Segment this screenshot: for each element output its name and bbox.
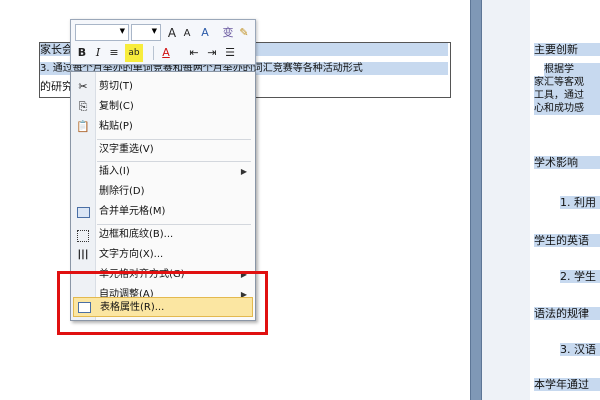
menu-item-label: 剪切(T) [99, 81, 133, 92]
doc-line[interactable]: 1. 利用 [560, 196, 600, 209]
doc-line[interactable]: 主要创新 [534, 43, 600, 56]
line-text: 学生的英语 [534, 234, 589, 247]
line-text: 语法的规律 [534, 307, 589, 320]
menu-item-label: 边框和底纹(B)... [99, 229, 174, 240]
borders-icon [77, 230, 89, 242]
doc-line[interactable]: 3. 汉语 [560, 343, 600, 356]
doc-line[interactable]: 家汇等客观 [534, 76, 600, 89]
center-align-button[interactable]: ≡ [107, 44, 121, 62]
italic-button[interactable]: I [91, 44, 105, 62]
grow-font-button[interactable]: A [165, 24, 179, 42]
font-name-field[interactable]: ▼ [75, 24, 129, 41]
menu-item-insert[interactable]: 插入(I) ▶ [71, 162, 255, 182]
doc-line[interactable]: 学术影响 [534, 156, 600, 169]
styles-button[interactable]: A [198, 24, 212, 42]
menu-item-delete-rows[interactable]: 删除行(D) [71, 182, 255, 202]
font-size-field[interactable]: ▼ [131, 24, 161, 41]
menu-item-label: 删除行(D) [99, 186, 145, 197]
chevron-down-icon: ▼ [119, 27, 125, 35]
bold-button[interactable]: B [75, 44, 89, 62]
doc-line[interactable]: 本学年通过 [534, 378, 600, 391]
doc-line[interactable]: 语法的规律 [534, 307, 600, 320]
menu-item-paste[interactable]: 📋 粘贴(P) [71, 117, 255, 137]
format-painter-button[interactable]: 变 [221, 24, 235, 42]
menu-item-copy[interactable]: ⎘ 复制(C) [71, 97, 255, 117]
doc-line[interactable]: 2. 学生 [560, 270, 600, 283]
doc-line[interactable]: 心和成功感 [534, 102, 600, 115]
menu-item-text-direction[interactable]: ||| 文字方向(X)... [71, 245, 255, 265]
line-text: 本学年通过 [534, 378, 589, 391]
line-text: 根据学 [544, 64, 574, 75]
menu-item-label: 文字方向(X)... [99, 249, 164, 260]
annotation-highlight-box [57, 271, 268, 335]
toolbar-separator [153, 46, 154, 60]
right-gutter [482, 0, 530, 400]
row3-text: 的研究 [40, 80, 73, 93]
decrease-indent-button[interactable]: ⇤ [187, 44, 201, 62]
chevron-down-icon: ▼ [151, 27, 157, 35]
increase-indent-button[interactable]: ⇥ [205, 44, 219, 62]
copy-icon: ⎘ [78, 100, 88, 113]
brush-icon[interactable]: ✎ [237, 24, 251, 42]
doc-line[interactable]: 根据学 [544, 63, 600, 76]
menu-item-borders-shading[interactable]: 边框和底纹(B)... [71, 225, 255, 245]
line-text: 3. 汉语 [560, 343, 596, 356]
line-text: 工具，通过 [534, 90, 584, 101]
menu-item-cut[interactable]: ✂ 剪切(T) [71, 77, 255, 97]
page-divider [470, 0, 482, 400]
font-color-button[interactable]: A [159, 44, 173, 62]
menu-item-label: 合并单元格(M) [99, 206, 166, 217]
row1-text: 家长会 [40, 43, 73, 56]
doc-line[interactable]: 学生的英语 [534, 234, 600, 247]
doc-line[interactable]: 工具，通过 [534, 89, 600, 102]
line-text: 主要创新 [534, 43, 578, 56]
menu-item-reconvert[interactable]: 汉字重选(V) [71, 140, 255, 160]
merge-cells-icon [77, 207, 90, 218]
submenu-arrow-icon: ▶ [240, 167, 247, 176]
shrink-font-button[interactable]: A [181, 25, 193, 43]
line-text: 心和成功感 [534, 103, 584, 114]
text-direction-icon: ||| [77, 249, 89, 260]
menu-item-merge-cells[interactable]: 合并单元格(M) [71, 202, 255, 222]
highlight-button[interactable]: ab [125, 44, 143, 62]
document-page-right: 主要创新 根据学 家汇等客观 工具，通过 心和成功感 学术影响 1. 利用 学生… [530, 0, 600, 400]
line-text: 1. 利用 [560, 196, 596, 209]
line-text: 家汇等客观 [534, 77, 584, 88]
menu-item-label: 粘贴(P) [99, 121, 133, 132]
bullets-button[interactable]: ☰ [223, 44, 237, 62]
left-gutter [0, 0, 35, 400]
line-text: 学术影响 [534, 156, 578, 169]
cut-icon: ✂ [78, 80, 88, 93]
mini-toolbar: ▼ ▼ A A A 变 ✎ B I ≡ ab A ⇤ ⇥ ☰ [70, 19, 256, 65]
paste-icon: 📋 [76, 120, 90, 133]
line-text: 2. 学生 [560, 270, 596, 283]
menu-item-label: 复制(C) [99, 101, 134, 112]
menu-item-label: 汉字重选(V) [99, 144, 154, 155]
menu-item-label: 插入(I) [99, 166, 130, 177]
